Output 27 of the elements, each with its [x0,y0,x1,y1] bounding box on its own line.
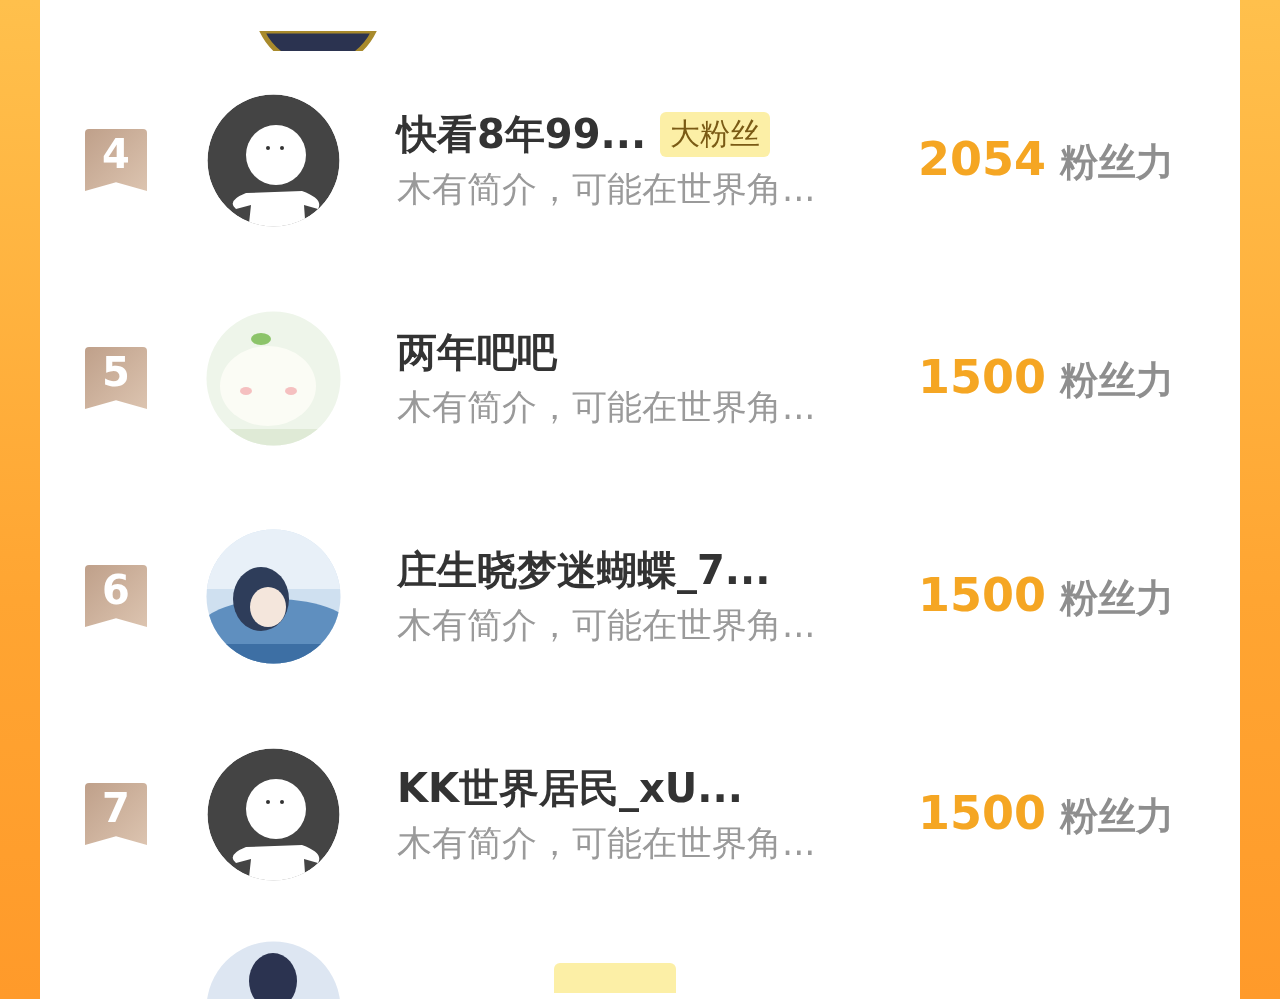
user-name: KK世界居民_xU... [397,764,743,814]
user-intro: 木有简介，可能在世界角... [397,822,817,865]
user-intro: 木有简介，可能在世界角... [397,386,817,429]
score-unit: 粉丝力 [1060,139,1175,186]
score-unit: 粉丝力 [1060,575,1175,622]
user-intro: 木有简介，可能在世界角... [397,168,817,211]
fan-row[interactable]: 4 快看8年99... 大粉丝 木有简介，可能在世界角... 2054 粉丝力 [40,51,1240,269]
fan-level-tag: 大粉丝 [660,112,771,157]
fan-row[interactable]: 5 两年吧吧 木有简介，可能在世界角... 1500 粉丝力 [40,269,1240,487]
score-unit: 粉丝力 [1060,357,1175,404]
fan-score: 1500 [918,568,1047,622]
user-name: 两年吧吧 [397,328,557,377]
fan-score: 1500 [918,350,1047,404]
fan-score: 2054 [918,132,1047,186]
user-name: 快看8年99... [397,110,647,159]
avatar-icon [206,92,341,228]
fan-row[interactable]: 7 KK世界居民_xU... 木有简介，可能在世界角... 1500 粉丝力 [40,705,1240,923]
rank-badge: 6 [85,565,147,627]
rank-badge: 7 [85,783,147,845]
score-unit: 粉丝力 [1060,793,1175,840]
rank-badge: 5 [85,347,147,409]
fan-score: 1500 [918,786,1047,840]
user-name: 庄生晓梦迷蝴蝶_7... [397,546,771,596]
user-intro: 木有简介，可能在世界角... [397,604,817,647]
avatar-icon [206,746,341,882]
rank-badge: 4 [85,129,147,191]
fan-row[interactable]: 6 庄生晓梦迷蝴蝶_7... 木有简介，可能在世界角... 1500 粉丝力 [40,487,1240,705]
